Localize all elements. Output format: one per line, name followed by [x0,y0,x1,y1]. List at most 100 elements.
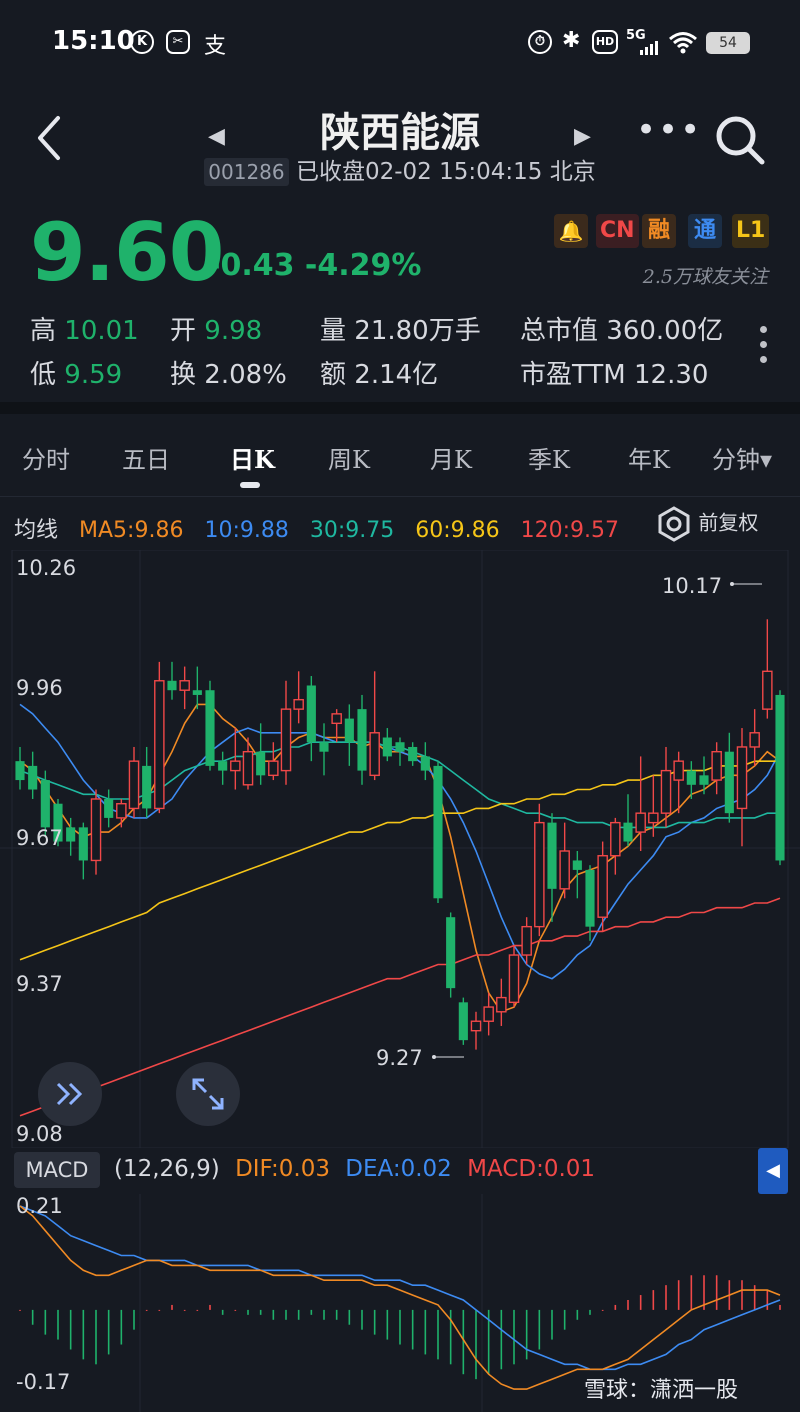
tab-monthly-k[interactable]: 月K [430,440,472,475]
tab-five-day[interactable]: 五日 [122,440,170,475]
signal-icon [640,40,662,59]
macd-dea: DEA:0.02 [345,1156,452,1182]
candle-body [256,751,266,776]
double-chevron-right-icon [56,1082,83,1106]
more-menu-button[interactable]: ••• [636,110,702,150]
candle-body [90,798,102,862]
ma10-value: 10:9.88 [204,518,289,543]
high-annotation: 10.17 [662,574,723,598]
ma5-value: MA5:9.86 [79,518,184,543]
fast-forward-button[interactable] [38,1062,102,1126]
hd-icon: HD [592,30,618,54]
tab-minute[interactable]: 分钟▾ [712,440,772,475]
candle-body [597,855,608,918]
candle-body [154,680,165,810]
y-axis-label-3: 9.67 [16,826,63,850]
battery-indicator: 54 [706,32,750,54]
stock-code: 001286 [204,158,289,186]
collapse-panel-button[interactable]: ◀ [758,1148,788,1194]
stock-subtitle: 001286 已收盘02-02 15:04:15 北京 [0,152,800,186]
candle-body [496,996,507,1013]
stat-high: 高 10.01 [30,316,139,346]
candle-body [15,761,25,781]
candle-body [293,698,304,710]
candle-body [230,760,241,772]
low-annotation: 9.27 [376,1046,423,1070]
candle-body [673,760,684,781]
tab-quarterly-k[interactable]: 季K [528,440,570,475]
candle-body [521,925,532,956]
y-axis-label-top: 10.26 [16,556,77,580]
candle-body [192,690,202,695]
candle-body [660,769,672,814]
indicator-selector[interactable]: MACD [14,1152,100,1188]
alipay-icon: 支 [204,34,227,59]
candle-body [749,732,760,748]
candle-body [736,746,748,810]
bluetooth-icon: ✱ [562,28,581,53]
macd-legend: (12,26,9) DIF:0.03 DEA:0.02 MACD:0.01 [114,1156,603,1182]
stat-amount: 额 2.14亿 [320,360,439,390]
candle-body [572,860,582,870]
ma120-value: 120:9.57 [520,518,620,543]
candle-body [128,760,140,810]
tag-margin[interactable]: 融 [642,214,676,248]
candle-body [167,680,177,691]
alarm-icon: ⏱ [528,30,552,54]
app-notification-icon: ✂ [166,30,190,54]
candle-body [408,746,418,762]
tabs-divider [0,496,800,497]
low-marker-dot [432,1055,436,1059]
stat-market-cap: 总市值 360.00亿 [520,316,724,346]
ma30-value: 30:9.75 [309,518,395,543]
candle-body [179,680,190,691]
high-marker-dot [730,582,734,586]
candle-body [458,1002,468,1041]
tab-weekly-k[interactable]: 周K [328,440,370,475]
candle-body [711,750,722,781]
candle-body [28,765,38,790]
candle-body [699,775,709,785]
tag-connect[interactable]: 通 [688,214,722,248]
macd-params: (12,26,9) [114,1156,220,1182]
tag-l1[interactable]: L1 [732,214,770,248]
dropdown-arrow-icon: ▾ [760,446,773,474]
tab-daily-k[interactable]: 日K [230,440,275,475]
expand-icon [192,1078,224,1110]
stat-volume: 量 21.80万手 [320,316,481,346]
candle-body [775,694,785,861]
candle-body [470,1020,482,1032]
candle-body [483,1006,494,1022]
price-adjust-button[interactable]: 前复权 [656,506,758,542]
candle-body [648,812,659,824]
candle-body [508,954,520,1004]
candle-body [369,732,380,777]
status-time: 15:10 [52,26,135,56]
ma-line-120 [19,897,781,1117]
stat-turnover: 换 2.08% [170,360,287,390]
candle-body [242,750,254,786]
fullscreen-button[interactable] [176,1062,240,1126]
watermark: 雪球：潇洒一股 [584,1378,739,1403]
tab-intraday[interactable]: 分时 [22,440,70,475]
ma60-value: 60:9.86 [415,518,500,543]
candle-body [66,827,76,842]
candle-body [142,765,152,809]
status-bar: 15:10 K ✂ 支 ⏱ ✱ HD 5G 54 [0,0,800,86]
candle-body [78,827,88,861]
settings-hexagon-icon [658,506,690,542]
alert-bell-button[interactable]: 🔔 [554,214,588,248]
stat-open: 开 9.98 [170,316,263,346]
candle-body [547,822,557,889]
candle-body [104,798,114,818]
next-stock-button[interactable]: ▶ [574,124,591,149]
follower-count[interactable]: 2.5万球友关注 [600,262,768,289]
macd-axis-top: 0.21 [16,1194,63,1218]
tag-cn[interactable]: CN [596,214,639,248]
candle-body [534,821,545,928]
stats-expand-button[interactable] [760,326,770,371]
tab-yearly-k[interactable]: 年K [628,440,670,475]
macd-axis-bottom: -0.17 [16,1370,71,1394]
candle-body [610,821,621,857]
candle-body [280,708,292,772]
